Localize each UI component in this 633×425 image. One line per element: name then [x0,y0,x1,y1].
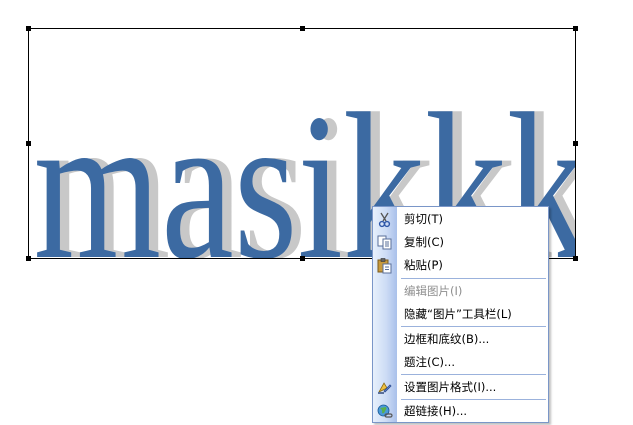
menu-separator [401,326,546,327]
menu-item-borders-shading[interactable]: 边框和底纹(B)... [373,328,548,351]
resize-handle-middle-right[interactable] [573,141,578,146]
scissors-icon [376,211,393,228]
resize-handle-bottom-middle[interactable] [300,256,305,261]
menu-separator [401,374,546,375]
resize-handle-top-middle[interactable] [300,26,305,31]
menu-item-label: 隐藏“图片”工具栏(L) [404,307,512,321]
menu-item-label: 设置图片格式(I)... [404,380,497,394]
resize-handle-top-left[interactable] [26,26,31,31]
menu-item-label: 编辑图片(I) [404,284,463,298]
hyperlink-globe-icon [376,403,393,420]
paste-icon [376,257,393,274]
menu-item-edit-picture[interactable]: 编辑图片(I) [373,280,548,303]
resize-handle-middle-left[interactable] [26,141,31,146]
menu-item-cut[interactable]: 剪切(T) [373,208,548,231]
resize-handle-top-right[interactable] [573,26,578,31]
menu-item-format-picture[interactable]: 设置图片格式(I)... [373,376,548,399]
menu-item-hide-picture-toolbar[interactable]: 隐藏“图片”工具栏(L) [373,303,548,326]
menu-item-label: 边框和底纹(B)... [404,332,490,346]
menu-item-caption[interactable]: 题注(C)... [373,351,548,374]
menu-item-label: 题注(C)... [404,355,455,369]
menu-item-hyperlink[interactable]: 超链接(H)... [373,400,548,423]
format-picture-icon [376,379,393,396]
menu-item-label: 超链接(H)... [404,404,468,418]
menu-item-label: 粘贴(P) [404,258,443,272]
menu-item-copy[interactable]: 复制(C) [373,231,548,254]
document-canvas: masikkk masikkk 剪切(T) 复制(C) 粘贴(P) 编辑图片(I… [0,0,633,425]
context-menu: 剪切(T) 复制(C) 粘贴(P) 编辑图片(I) 隐藏“图片”工具栏(L) 边… [372,206,549,423]
menu-item-label: 剪切(T) [404,212,443,226]
copy-icon [376,234,393,251]
resize-handle-bottom-left[interactable] [26,256,31,261]
menu-item-label: 复制(C) [404,235,445,249]
menu-separator [401,278,546,279]
menu-item-paste[interactable]: 粘贴(P) [373,254,548,277]
resize-handle-bottom-right[interactable] [573,256,578,261]
